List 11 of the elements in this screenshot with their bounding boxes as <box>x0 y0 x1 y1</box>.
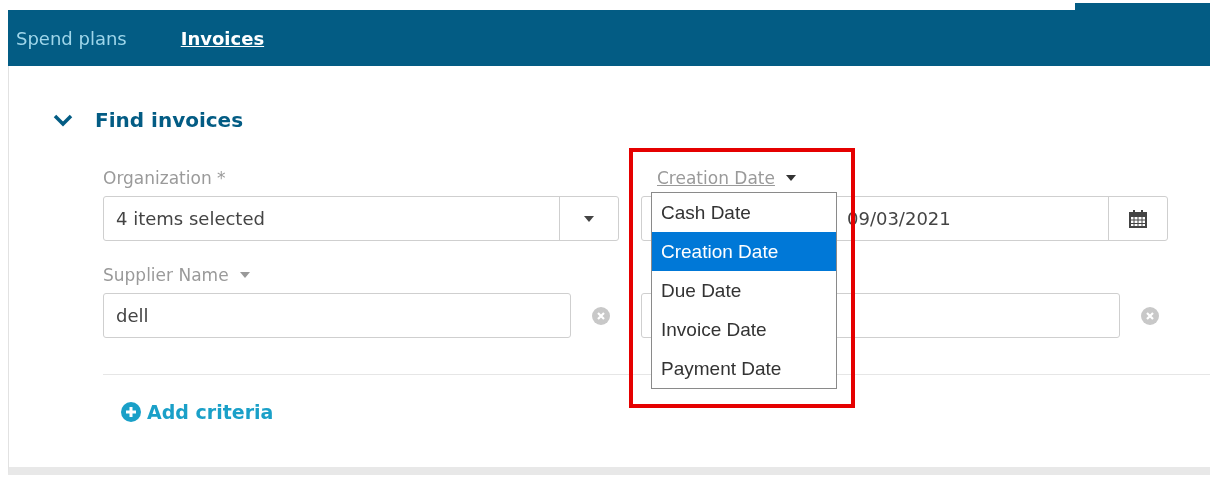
nav-tab[interactable]: Invoices <box>180 27 265 49</box>
nav-tab[interactable]: Spend plans <box>16 27 127 49</box>
section-title: Find invoices <box>95 108 244 132</box>
calendar-icon <box>1128 208 1148 229</box>
plus-icon <box>121 402 141 422</box>
menu-option[interactable]: Creation Date <box>652 232 836 271</box>
chevron-icon[interactable] <box>53 113 73 127</box>
caret-icon <box>583 214 595 223</box>
input-field[interactable]: dell <box>103 293 571 338</box>
field-label: Organization * <box>103 168 226 188</box>
select-field[interactable]: 4 items selected <box>103 196 619 241</box>
